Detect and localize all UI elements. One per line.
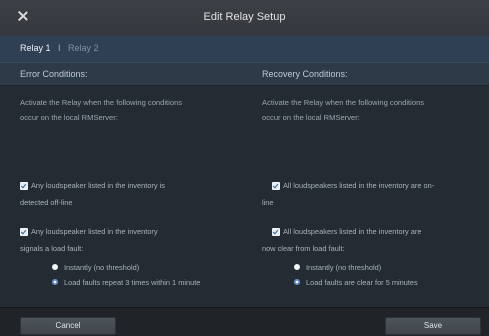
- error-threshold-label: Load faults repeat 3 times within 1 minu…: [64, 278, 201, 287]
- load-fault-checkbox-label: Any loudspeaker listed in the inventory …: [20, 223, 240, 257]
- cancel-button[interactable]: Cancel: [20, 317, 116, 335]
- online-checkbox-label: All loudspeakers listed in the inventory…: [262, 177, 482, 211]
- load-fault-label-line1: Any loudspeaker listed in the inventory: [31, 227, 158, 236]
- error-threshold-radio[interactable]: [52, 279, 58, 285]
- error-conditions-heading: Error Conditions:: [20, 69, 88, 79]
- title-bar: Edit Relay Setup: [0, 0, 489, 37]
- recovery-intro-line2: occur on the local RMServer:: [262, 112, 360, 122]
- dialog-footer: Cancel Save: [0, 307, 489, 336]
- tab-relay-1[interactable]: Relay 1: [20, 43, 51, 53]
- error-intro: Activate the Relay when the following co…: [20, 96, 182, 125]
- offline-label-line1: Any loudspeaker listed in the inventory …: [31, 181, 165, 190]
- recovery-threshold-label: Load faults are clear for 5 minutes: [306, 278, 418, 287]
- error-instant-radio[interactable]: [52, 264, 58, 270]
- fault-clear-checkbox-label: All loudspeakers listed in the inventory…: [262, 223, 482, 257]
- recovery-threshold-radio[interactable]: [294, 279, 300, 285]
- save-button[interactable]: Save: [385, 317, 481, 335]
- fault-clear-label-line2: now clear from load fault:: [262, 244, 345, 253]
- dialog-title: Edit Relay Setup: [203, 11, 286, 23]
- edit-relay-dialog: Edit Relay Setup Relay 1 I Relay 2 Error…: [0, 0, 489, 336]
- error-instant-label: Instantly (no threshold): [64, 263, 140, 272]
- error-intro-line2: occur on the local RMServer:: [20, 112, 118, 122]
- offline-label-line2: detected off-line: [20, 198, 73, 207]
- relay-tabs: Relay 1 I Relay 2: [0, 36, 489, 62]
- tab-relay-2[interactable]: Relay 2: [68, 43, 99, 53]
- recovery-instant-radio[interactable]: [294, 264, 300, 270]
- fault-clear-label-line1: All loudspeakers listed in the inventory…: [283, 227, 422, 236]
- recovery-intro: Activate the Relay when the following co…: [262, 96, 424, 125]
- load-fault-label-line2: signals a load fault:: [20, 244, 84, 253]
- online-label-line2: line: [262, 198, 274, 207]
- conditions-header: Error Conditions: Recovery Conditions:: [0, 62, 489, 86]
- recovery-intro-line1: Activate the Relay when the following co…: [262, 98, 425, 107]
- online-label-line1: All loudspeakers listed in the inventory…: [283, 181, 435, 190]
- tab-separator: I: [58, 43, 61, 53]
- offline-checkbox-label: Any loudspeaker listed in the inventory …: [20, 177, 240, 211]
- error-intro-line1: Activate the Relay when the following co…: [20, 98, 183, 107]
- recovery-instant-label: Instantly (no threshold): [306, 263, 382, 272]
- recovery-conditions-heading: Recovery Conditions:: [262, 69, 348, 79]
